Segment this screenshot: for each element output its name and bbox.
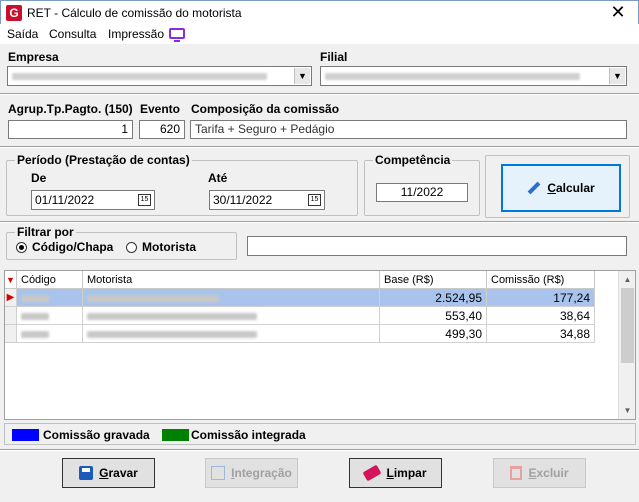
row-indicator-icon: ▶: [5, 289, 17, 307]
competencia-legend: Competência: [373, 153, 453, 167]
redacted-name: [87, 331, 257, 339]
menu-saida[interactable]: Saída: [7, 27, 38, 41]
filter-search-input[interactable]: [247, 236, 627, 256]
chevron-down-icon[interactable]: ▼: [294, 68, 310, 84]
evento-label: Evento: [140, 102, 181, 116]
periodo-group: Período (Prestação de contas) De 01/11/2…: [6, 153, 358, 216]
date-from-field[interactable]: 01/11/2022 15: [31, 190, 155, 210]
table-row-base[interactable]: 553,40: [380, 307, 487, 325]
competencia-field[interactable]: 11/2022: [376, 183, 468, 202]
date-from-value: 01/11/2022: [35, 193, 95, 207]
table-row-comissao[interactable]: 38,64: [487, 307, 595, 325]
calcular-button[interactable]: Calcular: [501, 164, 621, 212]
composicao-field: Tarifa + Seguro + Pedágio: [190, 120, 627, 139]
agrup-field[interactable]: 1: [8, 120, 133, 139]
calcular-label: Calcular: [547, 181, 595, 195]
filtro-group: Filtrar por Código/Chapa Motorista: [6, 225, 237, 260]
agrup-label: Agrup.Tp.Pagto. (150): [8, 102, 133, 116]
tv-icon[interactable]: [169, 28, 185, 42]
evento-field[interactable]: 620: [139, 120, 185, 139]
scroll-down-icon[interactable]: ▼: [619, 402, 635, 419]
scroll-thumb[interactable]: [621, 288, 634, 363]
menu-bar: Saída Consulta Impressão: [0, 24, 639, 44]
gravar-label: Gravar: [99, 466, 138, 480]
menu-consulta[interactable]: Consulta: [49, 27, 96, 41]
limpar-button[interactable]: Limpar: [349, 458, 442, 488]
table-row-comissao[interactable]: 34,88: [487, 325, 595, 343]
row-indicator: [5, 307, 17, 325]
eraser-icon: [363, 464, 382, 482]
radio-codigo[interactable]: [16, 242, 27, 253]
redacted-code: [21, 331, 49, 339]
col-comissao-header[interactable]: Comissão (R$): [487, 271, 595, 289]
table-row-codigo[interactable]: [17, 325, 83, 343]
filial-label: Filial: [320, 50, 348, 64]
table-row-base[interactable]: 2.524,95: [380, 289, 487, 307]
legend-swatch-integrada: [162, 429, 189, 441]
redacted-code: [21, 295, 49, 303]
integration-icon: [211, 466, 226, 480]
empresa-select[interactable]: ▼: [7, 66, 312, 86]
app-logo-icon: G: [6, 5, 22, 21]
scroll-up-icon[interactable]: ▲: [619, 271, 635, 288]
redacted-code: [21, 313, 49, 321]
menu-impressao[interactable]: Impressão: [108, 27, 164, 41]
radio-motorista[interactable]: [126, 242, 137, 253]
window-title: RET - Cálculo de comissão do motorista: [27, 6, 242, 20]
col-motorista-header[interactable]: Motorista: [83, 271, 380, 289]
filtro-legend: Filtrar por: [15, 225, 76, 239]
chevron-down-icon[interactable]: ▼: [609, 68, 625, 84]
excluir-button[interactable]: Excluir: [493, 458, 586, 488]
table-row-comissao[interactable]: 177,24: [487, 289, 595, 307]
grid-corner-sort-icon[interactable]: ▼: [5, 271, 17, 289]
close-button[interactable]: ✕: [606, 3, 630, 23]
save-icon: [79, 466, 94, 480]
competencia-group: Competência 11/2022: [364, 153, 480, 216]
status-legend: Comissão gravada Comissão integrada: [4, 423, 636, 445]
limpar-label: Limpar: [386, 466, 427, 480]
legend-gravada-label: Comissão gravada: [43, 428, 150, 442]
divider: [0, 93, 639, 95]
filial-select[interactable]: ▼: [320, 66, 627, 86]
ate-label: Até: [208, 171, 228, 185]
composicao-label: Composição da comissão: [191, 102, 340, 116]
filial-value-redacted: [325, 73, 580, 80]
integracao-button[interactable]: Integração: [205, 458, 298, 488]
legend-swatch-gravada: [12, 429, 39, 441]
gravar-button[interactable]: Gravar: [62, 458, 155, 488]
trash-icon: [510, 466, 523, 480]
date-to-field[interactable]: 30/11/2022 15: [209, 190, 325, 210]
vertical-scrollbar[interactable]: ▲ ▼: [618, 271, 635, 419]
radio-codigo-label[interactable]: Código/Chapa: [32, 240, 113, 254]
empresa-value-redacted: [12, 73, 267, 80]
table-row-motorista[interactable]: [83, 325, 380, 343]
table-row-base[interactable]: 499,30: [380, 325, 487, 343]
col-base-header[interactable]: Base (R$): [380, 271, 487, 289]
date-to-value: 30/11/2022: [213, 193, 273, 207]
calendar-icon[interactable]: 15: [308, 194, 321, 206]
periodo-legend: Período (Prestação de contas): [15, 153, 192, 167]
calendar-icon[interactable]: 15: [138, 194, 151, 206]
table-row-codigo[interactable]: [17, 289, 83, 307]
radio-motorista-label[interactable]: Motorista: [142, 240, 196, 254]
divider: [0, 146, 639, 148]
de-label: De: [31, 171, 47, 185]
divider: [0, 449, 639, 451]
pencil-icon: [527, 181, 541, 195]
excluir-label: Excluir: [528, 466, 569, 480]
empresa-label: Empresa: [8, 50, 59, 64]
col-codigo-header[interactable]: Código: [17, 271, 83, 289]
table-row-motorista[interactable]: [83, 289, 380, 307]
table-row-codigo[interactable]: [17, 307, 83, 325]
redacted-name: [87, 313, 257, 321]
table-row-motorista[interactable]: [83, 307, 380, 325]
title-bar: G RET - Cálculo de comissão do motorista…: [0, 0, 639, 24]
legend-integrada-label: Comissão integrada: [191, 428, 306, 442]
commission-grid: ▼ Código Motorista Base (R$) Comissão (R…: [4, 270, 636, 420]
redacted-name: [87, 295, 219, 303]
integracao-label: Integração: [231, 466, 292, 480]
divider: [0, 221, 639, 223]
row-indicator: [5, 325, 17, 343]
